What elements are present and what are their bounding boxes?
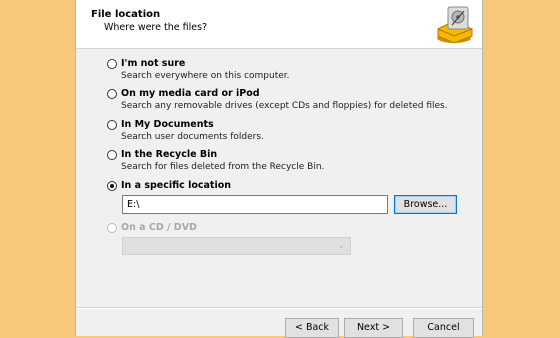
option-label: On my media card or iPod (121, 88, 260, 99)
option-description: Search for files deleted from the Recycl… (121, 162, 325, 172)
radio-my-documents[interactable] (107, 120, 117, 130)
option-label: I'm not sure (121, 58, 186, 69)
radio-media-card[interactable] (107, 89, 117, 99)
option-description: Search user documents folders. (121, 132, 264, 142)
radio-specific-location[interactable] (107, 181, 117, 191)
radio-not-sure[interactable] (107, 59, 117, 69)
wizard-header: File location Where were the files? (76, 0, 482, 49)
footer-divider (76, 307, 482, 309)
page-subtitle: Where were the files? (104, 22, 208, 33)
next-button[interactable]: Next > (344, 318, 403, 338)
option-description: Search everywhere on this computer. (121, 71, 290, 81)
cancel-button[interactable]: Cancel (413, 318, 474, 338)
option-label: In My Documents (121, 119, 214, 130)
location-path-input[interactable] (122, 195, 388, 214)
browse-button[interactable]: Browse... (394, 195, 457, 214)
radio-cd-dvd[interactable] (107, 223, 117, 233)
wizard-dialog: File location Where were the files? I'm … (75, 0, 483, 338)
option-label: In the Recycle Bin (121, 149, 218, 160)
option-label: In a specific location (121, 180, 232, 191)
page-title: File location (91, 9, 161, 20)
option-description: Search any removable drives (except CDs … (121, 101, 448, 111)
cd-drive-select[interactable]: ⌄ (122, 237, 351, 255)
hard-drive-rescue-icon (437, 6, 473, 44)
radio-recycle-bin[interactable] (107, 150, 117, 160)
chevron-down-icon: ⌄ (337, 241, 345, 251)
option-label: On a CD / DVD (121, 222, 197, 233)
back-button[interactable]: < Back (285, 318, 339, 338)
